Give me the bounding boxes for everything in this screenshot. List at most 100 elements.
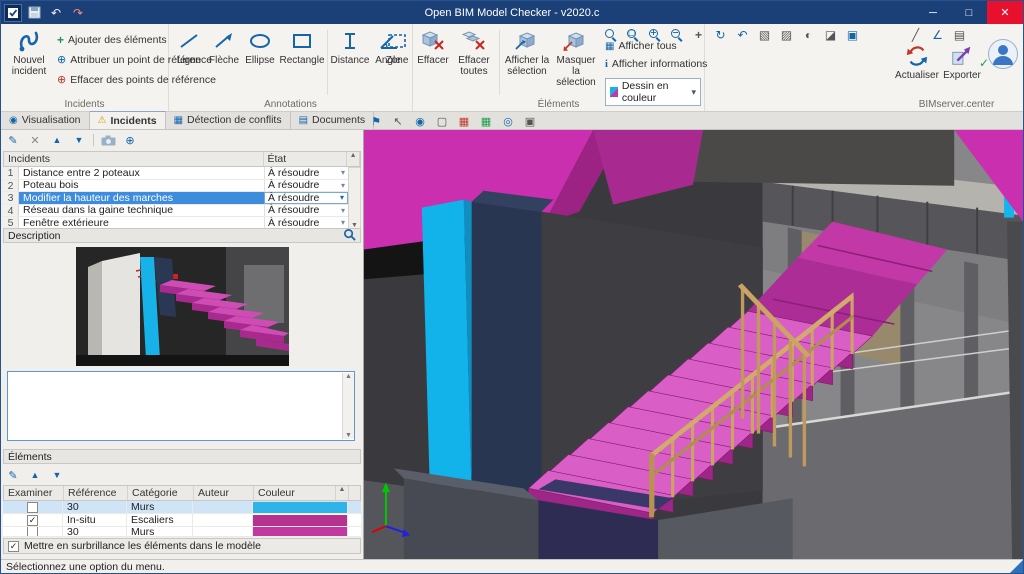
orbit-icon[interactable]: ↻ — [711, 26, 730, 43]
incident-preview[interactable] — [3, 244, 361, 368]
element-reference: In-situ — [63, 514, 127, 526]
arrow-tool-button[interactable]: Flèche — [207, 27, 241, 66]
incident-state-dropdown[interactable]: À résoudre▾ — [264, 180, 348, 192]
target-icon[interactable]: ⊕ — [122, 133, 138, 148]
incident-row[interactable]: 4 Réseau dans la gaine technique À résou… — [3, 205, 348, 218]
zoom-window-icon[interactable]: □ — [623, 26, 642, 43]
document-icon: ▤ — [299, 115, 308, 126]
crosshair-remove-icon: ⊕ — [57, 73, 66, 86]
zoom-out-icon[interactable]: − — [667, 26, 686, 43]
move-down-icon[interactable]: ▼ — [49, 468, 65, 483]
move-up-icon[interactable]: ▲ — [27, 468, 43, 483]
scroll-down-icon[interactable]: ▼ — [345, 432, 352, 439]
element-row[interactable]: 30 Murs — [3, 527, 361, 537]
incident-state-dropdown[interactable]: À résoudre▾ — [264, 192, 348, 204]
visibility-icon[interactable]: ◎ — [499, 113, 517, 129]
zone-tool-button[interactable]: Zone — [381, 27, 413, 66]
distance-tool-button[interactable]: Distance — [329, 27, 371, 66]
tab-incidents[interactable]: ⚠ Incidents — [90, 111, 166, 129]
save-button[interactable] — [24, 3, 44, 22]
erase-button[interactable]: Effacer — [415, 27, 451, 66]
incident-state: À résoudre — [268, 192, 319, 204]
description-scrollbar[interactable]: ▲ ▼ — [342, 373, 354, 439]
element-row[interactable]: 30 Murs — [3, 501, 361, 514]
tab-visualisation[interactable]: ◉ Visualisation — [1, 111, 90, 129]
minimize-button[interactable]: ─ — [915, 1, 951, 24]
examine-checkbox[interactable]: ✓ — [27, 515, 38, 526]
incident-state-dropdown[interactable]: À résoudre▾ — [264, 205, 348, 217]
statusbar: Sélectionnez une option du menu. — [1, 559, 1023, 573]
shadows-icon[interactable]: ◐ — [799, 26, 818, 43]
fullscreen-icon[interactable]: ▣ — [843, 26, 862, 43]
hidden-lines-icon[interactable]: ▨ — [777, 26, 796, 43]
delete-icon[interactable]: ✕ — [27, 133, 43, 148]
ifc-green-layers-icon[interactable]: ▦ — [477, 113, 495, 129]
incidents-scrollbar[interactable]: ▼ — [348, 167, 361, 230]
zoom-extents-icon[interactable] — [601, 26, 620, 43]
description-input[interactable] — [7, 371, 355, 441]
previous-view-icon[interactable]: ↶ — [733, 26, 752, 43]
ellipse-tool-button[interactable]: Ellipse — [243, 27, 277, 66]
element-row[interactable]: ✓ In-situ Escaliers — [3, 514, 361, 527]
show-selection-button[interactable]: Afficher la sélection — [503, 27, 551, 77]
show-info-toggle[interactable]: i Afficher informations — [605, 58, 707, 70]
model-viewport[interactable] — [364, 130, 1023, 559]
highlight-checkbox[interactable]: ✓ — [8, 541, 19, 552]
col-color: Couleur — [254, 486, 336, 500]
undo-button[interactable]: ↶ — [46, 3, 66, 22]
arrow-label: Flèche — [209, 55, 239, 66]
zoom-in-icon[interactable]: + — [645, 26, 664, 43]
incident-row[interactable]: 2 Poteau bois À résoudre▾ — [3, 180, 348, 193]
elements-label: Éléments — [8, 451, 52, 463]
search-icon[interactable] — [343, 228, 356, 244]
refresh-label: Actualiser — [895, 70, 939, 81]
connected-check-icon: ✓ — [979, 56, 989, 70]
move-up-icon[interactable]: ▲ — [49, 133, 65, 148]
section-icon[interactable]: ◪ — [821, 26, 840, 43]
viewport-settings-icon[interactable]: ▣ — [521, 113, 539, 129]
close-button[interactable]: ✕ — [987, 1, 1023, 24]
scroll-up-icon[interactable]: ▲ — [345, 373, 352, 380]
rectangle-tool-button[interactable]: Rectangle — [279, 27, 325, 66]
tab-documents[interactable]: ▤ Documents — [291, 111, 375, 129]
export-button[interactable]: Exporter — [941, 42, 983, 81]
element-reference: 30 — [63, 527, 127, 536]
perspective-icon[interactable]: ▧ — [755, 26, 774, 43]
tab-conflicts[interactable]: ▦ Détection de conflits — [166, 111, 291, 129]
examine-checkbox[interactable] — [27, 527, 38, 536]
scroll-up-icon[interactable]: ▲ — [336, 486, 349, 500]
app-window: ↶ ↷ Open BIM Model Checker - v2020.c ─ □… — [0, 0, 1024, 574]
tab-documents-label: Documents — [312, 114, 365, 126]
examine-checkbox[interactable] — [27, 502, 38, 513]
highlight-elements-toggle[interactable]: ✓ Mettre en surbrillance les éléments da… — [3, 538, 361, 554]
move-down-icon[interactable]: ▼ — [71, 133, 87, 148]
user-avatar[interactable]: ✓ — [987, 38, 1019, 73]
new-incident-label: Nouvel incident — [5, 55, 53, 77]
erase-all-button[interactable]: Effacer toutes — [453, 27, 495, 77]
edit-icon[interactable]: ✎ — [5, 133, 21, 148]
resize-grip[interactable] — [1010, 560, 1023, 573]
box-select-icon[interactable]: ▢ — [433, 113, 451, 129]
incident-state-dropdown[interactable]: À résoudre▾ — [264, 167, 348, 179]
refresh-button[interactable]: Actualiser — [895, 42, 939, 81]
camera-icon[interactable] — [100, 133, 116, 148]
flag-icon[interactable]: ⚑ — [367, 113, 385, 129]
incident-row-selected[interactable]: 3 Modifier la hauteur des marches À réso… — [3, 192, 348, 205]
redo-button[interactable]: ↷ — [68, 3, 88, 22]
ifc-red-layers-icon[interactable]: ▦ — [455, 113, 473, 129]
app-icon — [4, 4, 22, 22]
eye-icon[interactable]: ◉ — [411, 113, 429, 129]
add-elements-button[interactable]: + Ajouter des éléments — [57, 33, 167, 47]
edit-icon[interactable]: ✎ — [5, 468, 21, 483]
hide-selection-button[interactable]: Masquer la sélection — [553, 27, 599, 88]
maximize-button[interactable]: □ — [951, 1, 987, 24]
new-incident-button[interactable]: Nouvel incident — [5, 27, 53, 77]
incident-row[interactable]: 1 Distance entre 2 poteaux À résoudre▾ — [3, 167, 348, 180]
scroll-up-icon[interactable]: ▲ — [347, 152, 360, 166]
incident-row-number: 4 — [3, 205, 19, 217]
select-cursor-icon[interactable]: ↖ — [389, 113, 407, 129]
line-tool-button[interactable]: Ligne — [173, 27, 205, 66]
incident-state-dropdown[interactable]: À résoudre▾ — [264, 217, 348, 229]
titlebar: ↶ ↷ Open BIM Model Checker - v2020.c ─ □… — [1, 1, 1023, 24]
pan-icon[interactable]: + — [689, 26, 708, 43]
